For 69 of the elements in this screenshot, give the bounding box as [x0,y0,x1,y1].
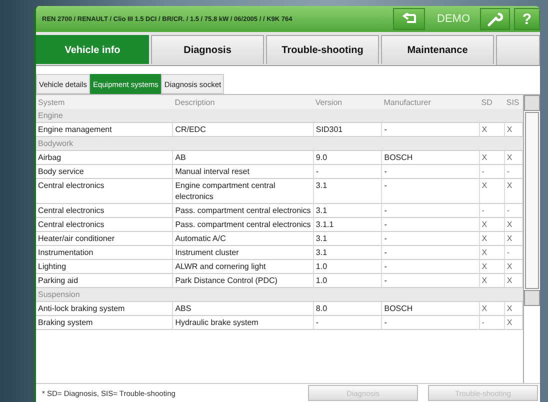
table-cell: ABS [172,302,314,316]
table-cell: - [382,232,480,246]
table-cell: - [479,164,504,178]
table-cell: Body service [36,164,173,178]
back-arrow-icon [401,13,417,25]
settings-button[interactable] [480,8,510,30]
table-cell: - [382,178,480,204]
table-cell: 3.1.1 [313,218,382,232]
tab[interactable]: Maintenance [381,35,494,64]
table-cell: X [479,178,504,204]
table-cell: Heater/air conditioner [36,232,173,246]
table-cell: Hydraulic brake system [172,316,314,330]
table-cell: - [382,260,480,274]
table-cell: Central electronics [36,178,173,204]
table-cell: Central electronics [36,204,173,218]
table-cell: X [479,218,504,232]
table-cell: - [313,316,382,330]
table-cell: X [479,150,504,164]
table-cell: AB [172,150,314,164]
column-header: System [36,95,173,109]
wrench-icon [487,11,503,27]
table-cell: Anti-lock braking system [36,302,173,316]
table-cell: - [382,164,480,178]
table-cell: Automatic A/C [172,232,314,246]
table-cell: 3.1 [313,178,382,204]
table-cell: BOSCH [382,302,480,316]
table-cell: Manual interval reset [172,164,314,178]
group-header: Suspension [36,288,522,302]
table-cell: Pass. compartment central electronics [172,218,314,232]
table-cell: X [479,302,504,316]
table-cell: Instrument cluster [172,246,314,260]
table-cell: - [382,316,480,330]
table-cell: - [382,218,480,232]
table-cell: - [479,204,504,218]
table-cell: X [479,246,504,260]
mode-label: DEMO [437,13,470,25]
tab[interactable]: Vehicle info [36,35,149,64]
column-header: SIS [504,95,522,109]
table-cell: Braking system [36,316,173,330]
table-cell: - [382,204,480,218]
table-cell: 3.1 [313,246,382,260]
column-header: Version [313,95,382,109]
group-header: Engine [36,109,522,122]
table-cell: X [479,260,504,274]
table-cell: X [479,232,504,246]
table-cell: 8.0 [313,302,382,316]
table-cell: Central electronics [36,218,173,232]
table-cell: Lighting [36,260,173,274]
table-cell: 3.1 [313,232,382,246]
column-header: Manufacturer [382,95,480,109]
table-cell: 3.1 [313,204,382,218]
table-cell: 9.0 [313,150,382,164]
table-cell: Pass. compartment central electronics [172,204,314,218]
tab[interactable]: Trouble-shooting [266,35,379,64]
table-cell: - [382,246,480,260]
table-cell: Engine compartment central electronics [172,178,314,204]
column-header: Description [172,95,314,109]
tab[interactable]: Diagnosis [151,35,264,64]
group-header: Bodywork [36,136,522,150]
table-cell: Instrumentation [36,246,173,260]
table-cell: 1.0 [313,260,382,274]
table-cell: - [479,316,504,330]
column-header: SD [479,95,504,109]
table-cell: BOSCH [382,150,480,164]
scrollbar[interactable] [523,95,540,383]
table-cell: ALWR and cornering light [172,260,314,274]
table-cell: - [313,164,382,178]
back-button[interactable] [393,8,425,30]
table-cell: Airbag [36,150,173,164]
